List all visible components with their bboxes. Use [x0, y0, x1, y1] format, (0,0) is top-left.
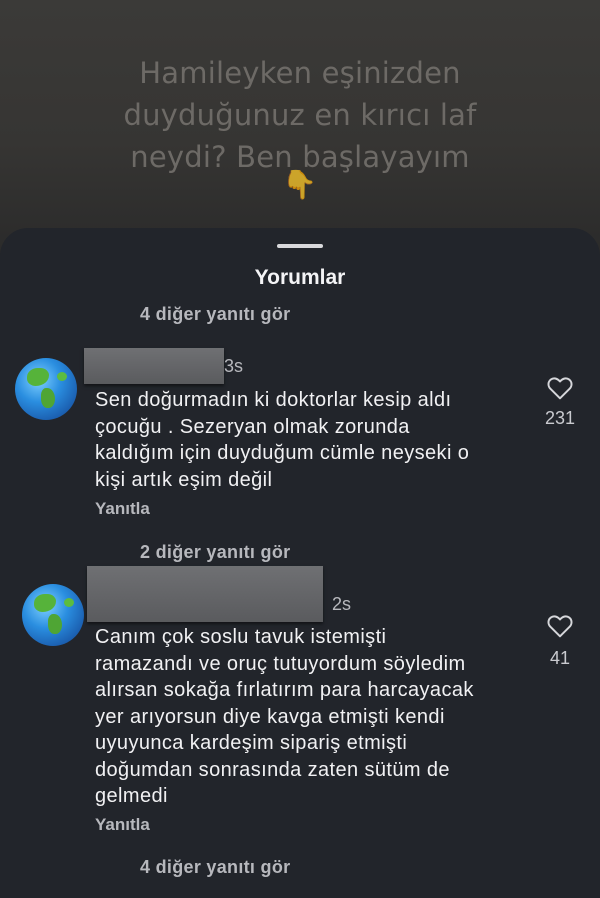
earth-globe-icon[interactable] [15, 358, 77, 420]
reply-button[interactable]: Yanıtla [95, 499, 150, 519]
comment-timestamp: 3s [224, 356, 244, 376]
drag-handle[interactable] [277, 244, 323, 248]
video-caption: Hamileyken eşinizden duyduğunuz en kırıc… [0, 52, 600, 178]
sheet-title: Yorumlar [254, 266, 346, 289]
comment-text-line: yer arıyorsun diye kavga etmişti kendi [95, 705, 445, 728]
heart-outline-icon[interactable] [547, 614, 573, 638]
like-count: 231 [544, 408, 576, 428]
view-more-replies-link[interactable]: 2 diğer yanıtı gör [140, 542, 290, 563]
reply-button[interactable]: Yanıtla [95, 815, 150, 835]
like-count: 41 [549, 648, 571, 668]
comment-text-line: Sen doğurmadın ki doktorlar kesip aldı [95, 389, 452, 411]
comment-text: Canım çok soslu tavuk istemişti ramazand… [95, 624, 474, 810]
view-more-replies-link[interactable]: 4 diğer yanıtı gör [140, 857, 290, 878]
comment-text-line: uyuyunca kardeşim sipariş etmişti [95, 732, 408, 754]
comment-timestamp: 2s [332, 594, 352, 614]
comment-text-line: kaldığım için duyduğum cümle neyseki o [95, 442, 470, 464]
video-caption-line: duyduğunuz en kırıcı laf [123, 98, 477, 132]
comment-text: Sen doğurmadın ki doktorlar kesip aldı ç… [95, 387, 469, 493]
view-more-replies-link[interactable]: 4 diğer yanıtı gör [140, 304, 290, 325]
comment-text-line: kişi artık eşim değil [95, 468, 273, 491]
comment-text-line: Canım çok soslu tavuk istemişti [95, 626, 387, 648]
comment-text-line: çocuğu . Sezeryan olmak zorunda [95, 415, 410, 438]
comment-text-line: doğumdan sonrasında zaten sütüm de [95, 758, 450, 781]
redacted-username [84, 348, 224, 384]
comment-text-line: ramazandı ve oruç tutuyordum söyledim [95, 652, 466, 675]
comment-text-line: alırsan sokağa fırlatırım para harcayaca… [95, 679, 474, 701]
video-background[interactable]: Hamileyken eşinizden duyduğunuz en kırıc… [0, 0, 600, 260]
video-caption-line: Hamileyken eşinizden [139, 56, 461, 90]
pointing-down-emoji: 👇 [282, 169, 317, 200]
comment-text-line: gelmedi [95, 785, 168, 807]
comments-sheet: Yorumlar 4 diğer yanıtı gör 3s Sen doğur… [0, 228, 600, 898]
heart-outline-icon[interactable] [547, 376, 573, 400]
earth-globe-icon[interactable] [22, 584, 84, 646]
redacted-username [87, 566, 323, 622]
